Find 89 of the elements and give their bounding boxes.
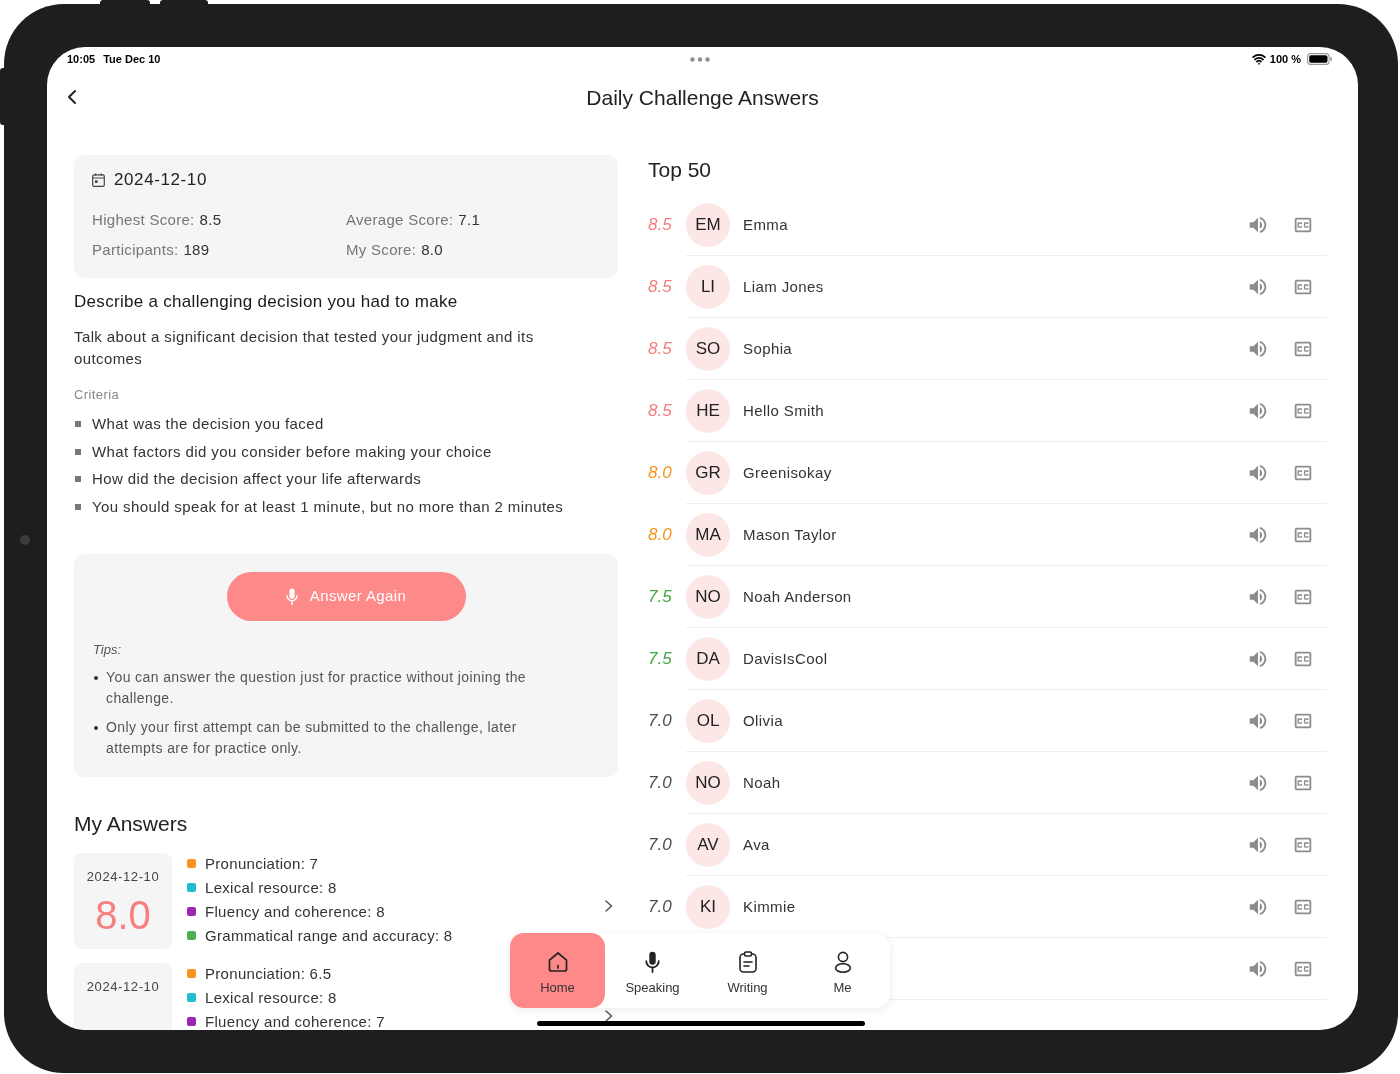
score-text: 8.5 [648, 214, 673, 236]
answer-detail-button[interactable] [604, 899, 614, 912]
page-title: Daily Challenge Answers [586, 85, 819, 111]
criterion-score: Pronunciation: 6.5 [205, 964, 332, 983]
score-text: 7.0 [648, 896, 673, 918]
stat-label: My Score: [346, 240, 417, 260]
answer-score: 8.0 [95, 892, 151, 937]
battery-percent: 100 % [1269, 51, 1301, 67]
camera-lens [20, 535, 30, 545]
bullet-icon [94, 675, 98, 680]
answer-detail-button[interactable] [604, 1009, 614, 1022]
participant-name: Ava [743, 834, 770, 855]
score-text: 7.5 [648, 648, 673, 670]
avatar-initials: GR [686, 450, 730, 495]
avatar-initials: HE [686, 388, 730, 433]
participant-name: Hello Smith [743, 400, 825, 421]
score-text: 7.0 [648, 772, 673, 794]
battery-icon [1307, 53, 1332, 65]
chevron-right-icon [605, 899, 613, 912]
criterion-score: Lexical resource: 8 [205, 988, 337, 1007]
wifi-icon [1251, 52, 1266, 66]
score-text: 7.0 [648, 710, 673, 732]
participant-name: Noah [743, 772, 781, 793]
stat-value: 8.5 [199, 210, 222, 230]
score-text: 7.5 [648, 586, 673, 608]
avatar-initials: KI [686, 884, 730, 929]
participant-name: Kimmie [743, 896, 796, 917]
participant-name: Mason Taylor [743, 524, 837, 545]
square-bullet-icon [75, 421, 81, 427]
calendar-icon [92, 173, 105, 187]
avatar-initials: SO [686, 326, 730, 371]
square-bullet-icon [75, 448, 81, 455]
score-text: 8.5 [648, 276, 673, 298]
microphone-icon [285, 587, 298, 605]
score-text: 8.0 [648, 524, 673, 546]
stat-label: Highest Score: [92, 210, 195, 230]
square-bullet-icon [75, 476, 81, 482]
question-title: Describe a challenging decision you had to make [74, 291, 458, 313]
section-title: My Answers [74, 810, 188, 837]
score-text: 8.0 [648, 462, 673, 484]
status-date: Tue Dec 10 [103, 51, 161, 67]
criterion-score: Lexical resource: 8 [205, 878, 337, 897]
score-text: 8.5 [648, 400, 673, 422]
score-text: 7.0 [648, 834, 673, 856]
square-bullet-icon [75, 503, 81, 510]
stat-value: 7.1 [458, 210, 481, 230]
criterion-score: Fluency and coherence: 7 [205, 1012, 385, 1030]
stat-value: 8.0 [421, 240, 443, 260]
stat-label: Average Score: [346, 210, 454, 230]
challenge-date: 2024-12-10 [114, 169, 207, 191]
answer-date: 2024-12-10 [86, 977, 160, 996]
avatar-initials: AV [686, 822, 730, 867]
criterion-score: Fluency and coherence: 8 [205, 902, 385, 921]
tips-label: Tips: [93, 640, 122, 659]
avatar-initials: NO [686, 574, 730, 619]
status-time: 10:05 [67, 51, 96, 67]
more-dots-icon [689, 56, 710, 62]
participant-name: Sophia [743, 338, 793, 359]
avatar-initials: LI [686, 264, 730, 309]
participant-name: Greenisokay [743, 462, 832, 483]
criteria-item: You should speak for at least 1 minute, but no more than 2 minutes [92, 496, 564, 517]
question-description: Talk about a significant decision that tested your judgment and its outcomes [74, 327, 535, 369]
criteria-item: What was the decision you faced [92, 414, 324, 434]
criteria-item: What factors did you consider before making your choice [92, 441, 492, 462]
microphone-icon [645, 951, 660, 973]
tip-text: Only your first attempt can be submitted to the challenge, later attempts are for practice only. [106, 717, 518, 758]
bullet-icon [94, 725, 98, 730]
stat-label: Participants: [92, 240, 179, 260]
section-title: Top 50 [648, 158, 712, 182]
avatar-initials: MA [686, 512, 730, 557]
criterion-score: Grammatical range and accuracy: 8 [205, 926, 453, 945]
participant-name: Olivia [743, 710, 783, 731]
criterion-score: Pronunciation: 7 [205, 854, 319, 873]
answer-date: 2024-12-10 [86, 867, 160, 886]
avatar-initials: EM [686, 202, 730, 247]
tip-text: You can answer the question just for practice without joining the challenge. [106, 667, 528, 708]
avatar-initials: DA [686, 636, 730, 681]
score-text: 8.5 [648, 338, 673, 360]
participant-name: Liam Jones [743, 276, 824, 297]
participant-name: DavisIsCool [743, 648, 828, 669]
criteria-label: Criteria [74, 386, 120, 404]
tab-item[interactable]: Home [510, 933, 605, 1008]
participant-name: Emma [743, 214, 788, 235]
stat-value: 189 [183, 240, 210, 260]
chevron-right-icon [605, 1009, 613, 1022]
avatar-initials: NO [686, 760, 730, 805]
criteria-item: How did the decision affect your life afterwards [92, 469, 422, 489]
avatar-initials: OL [686, 698, 730, 743]
participant-name: Noah Anderson [743, 586, 852, 607]
